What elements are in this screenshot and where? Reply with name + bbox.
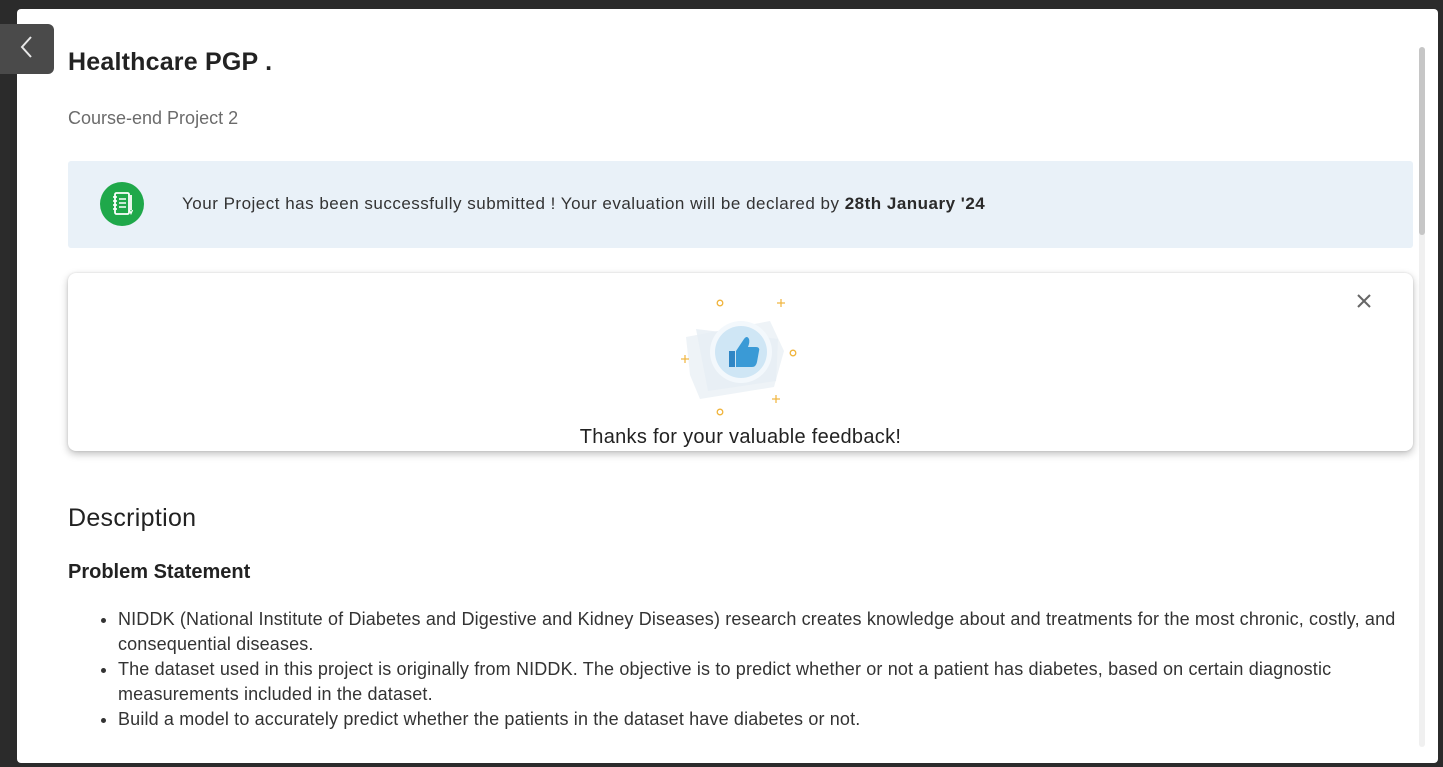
- scrollbar[interactable]: [1419, 47, 1425, 747]
- submission-message-text: Your Project has been successfully submi…: [182, 194, 845, 213]
- thumbs-up-icon: [678, 295, 808, 417]
- notebook-icon: [100, 182, 144, 226]
- submission-message: Your Project has been successfully submi…: [182, 194, 985, 214]
- page-title: Healthcare PGP .: [68, 48, 273, 76]
- close-icon[interactable]: [1353, 290, 1375, 312]
- list-item: Build a model to accurately predict whet…: [118, 707, 1408, 732]
- list-item: The dataset used in this project is orig…: [118, 657, 1408, 707]
- problem-statement-list: NIDDK (National Institute of Diabetes an…: [68, 607, 1408, 732]
- list-item: NIDDK (National Institute of Diabetes an…: [118, 607, 1408, 657]
- evaluation-date: 28th January '24: [844, 194, 986, 213]
- feedback-message: Thanks for your valuable feedback!: [579, 426, 902, 448]
- chevron-left-icon: [18, 34, 36, 65]
- scrollbar-thumb[interactable]: [1419, 47, 1425, 235]
- submission-banner: Your Project has been successfully submi…: [68, 161, 1413, 248]
- page-subtitle: Course-end Project 2: [68, 108, 239, 128]
- problem-statement-heading: Problem Statement: [68, 561, 251, 583]
- project-panel: Healthcare PGP . Course-end Project 2 Yo…: [17, 9, 1438, 763]
- back-button[interactable]: [0, 24, 54, 74]
- description-heading: Description: [68, 504, 197, 532]
- feedback-card: Thanks for your valuable feedback!: [68, 273, 1413, 451]
